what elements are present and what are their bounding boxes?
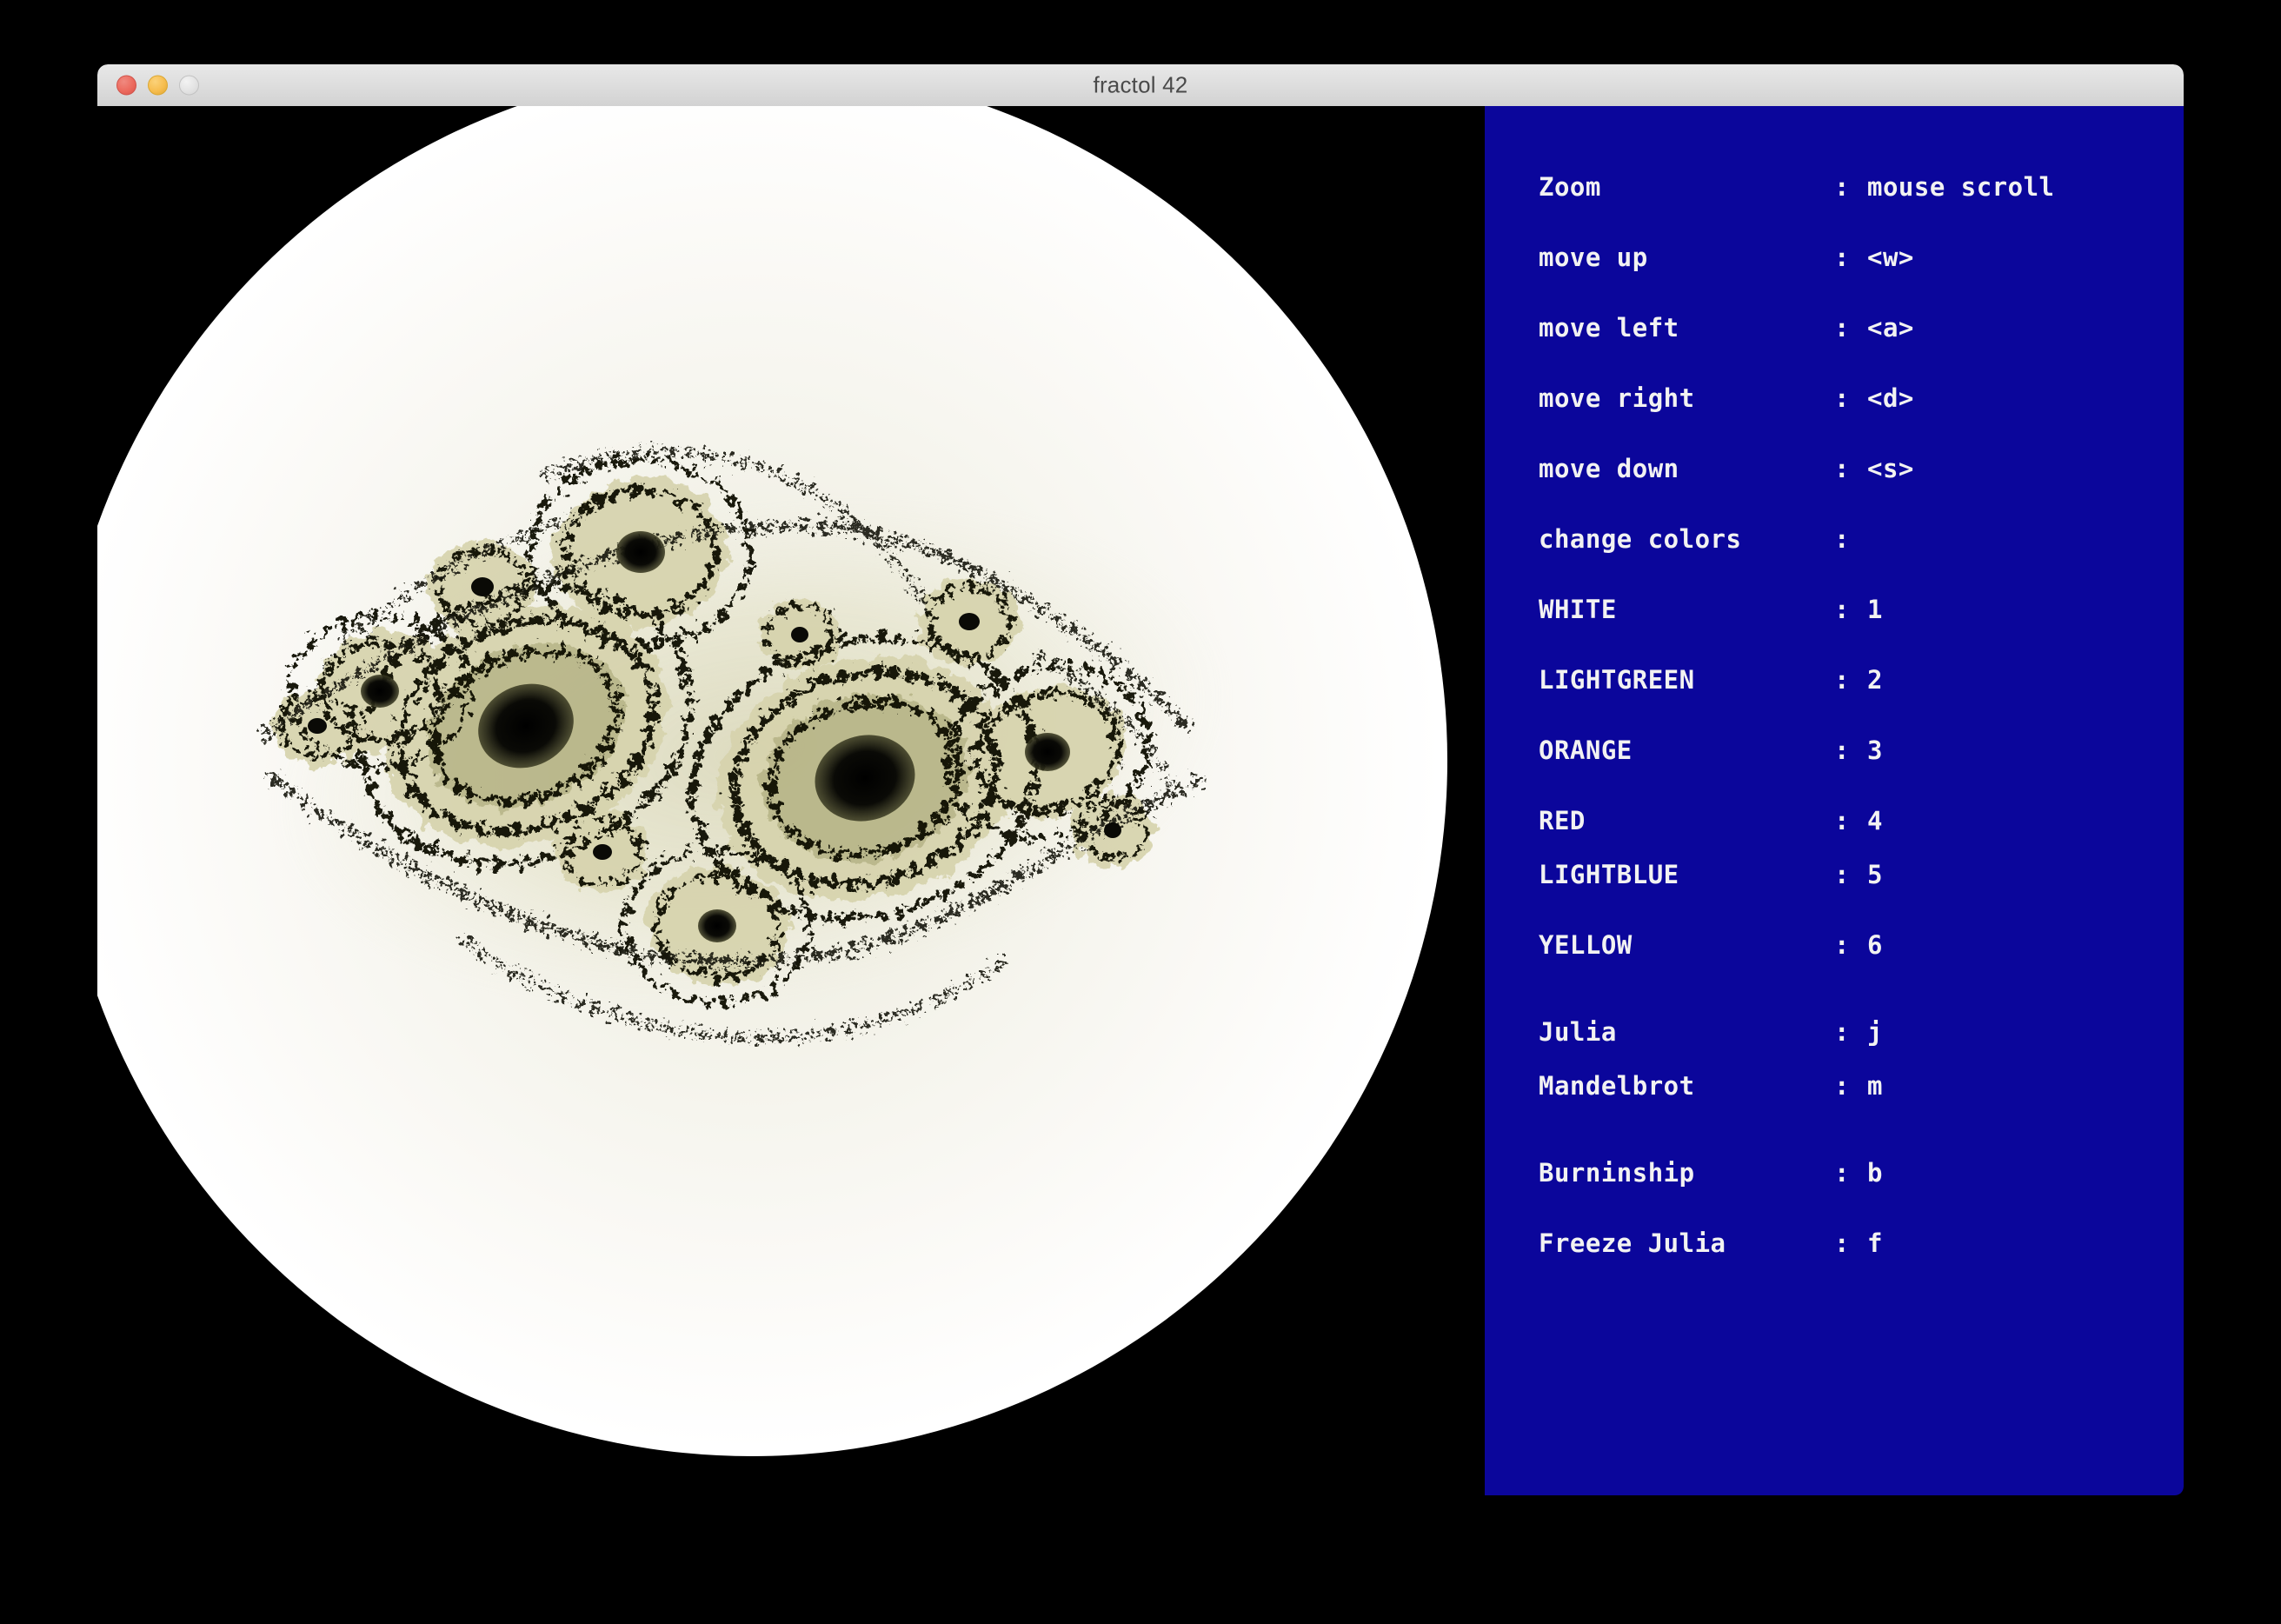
control-row: Mandelbrot: m [1539, 1071, 1883, 1101]
control-label: move up [1539, 243, 1648, 272]
control-row: RED:4 [1539, 806, 1883, 835]
control-row: change colors: [1539, 524, 1867, 554]
control-separator: : [1834, 806, 1850, 835]
control-row: LIGHTBLUE:5 [1539, 860, 1883, 889]
control-label: move right [1539, 383, 1695, 413]
control-separator: : [1834, 313, 1850, 343]
control-key: <d> [1867, 383, 1914, 413]
control-separator: : [1834, 454, 1850, 483]
julia-set-fractal-artwork [261, 449, 1234, 1043]
control-row: Julia: j [1539, 1017, 1883, 1047]
control-label: Zoom [1539, 172, 1601, 202]
control-separator: : [1834, 243, 1850, 272]
control-label: LIGHTBLUE [1539, 860, 1679, 889]
control-key: b [1867, 1158, 1883, 1188]
control-key: <s> [1867, 454, 1914, 483]
control-key: 2 [1867, 665, 1883, 695]
control-separator: : [1834, 172, 1850, 202]
control-key: m [1867, 1071, 1883, 1101]
control-label: Burninship [1539, 1158, 1695, 1188]
control-separator: : [1834, 1228, 1850, 1258]
control-row: move right: <d> [1539, 383, 1914, 413]
control-separator: : [1834, 735, 1850, 765]
control-row: move left: <a> [1539, 313, 1914, 343]
control-separator: : [1834, 1071, 1850, 1101]
control-row: YELLOW:6 [1539, 930, 1883, 960]
control-label: move left [1539, 313, 1679, 343]
control-separator: : [1834, 860, 1850, 889]
control-separator: : [1834, 930, 1850, 960]
control-separator: : [1834, 665, 1850, 695]
control-key: <a> [1867, 313, 1914, 343]
control-key: j [1867, 1017, 1883, 1047]
control-key: 4 [1867, 806, 1883, 835]
control-row: ORANGE:3 [1539, 735, 1883, 765]
window-title-text: fractol 42 [1093, 71, 1188, 98]
control-key: f [1867, 1228, 1883, 1258]
control-key: 3 [1867, 735, 1883, 765]
control-label: move down [1539, 454, 1679, 483]
window-title-bar[interactable]: fractol 42 [97, 64, 2184, 107]
control-separator: : [1834, 383, 1850, 413]
control-row: move up: <w> [1539, 243, 1914, 272]
control-separator: : [1834, 524, 1850, 554]
control-label: ORANGE [1539, 735, 1633, 765]
control-label: RED [1539, 806, 1586, 835]
control-label: Julia [1539, 1017, 1617, 1047]
control-label: LIGHTGREEN [1539, 665, 1695, 695]
control-separator: : [1834, 1017, 1850, 1047]
control-label: Freeze Julia [1539, 1228, 1726, 1258]
desktop-background: fractol 42 Zoom: mouse scroll move up:… [0, 0, 2281, 1624]
control-separator: : [1834, 1158, 1850, 1188]
control-row: WHITE:1 [1539, 595, 1883, 624]
control-key: 1 [1867, 595, 1883, 624]
control-row: Zoom: mouse scroll [1539, 172, 2055, 202]
control-row: Freeze Julia: f [1539, 1228, 1883, 1258]
controls-help-panel: Zoom: mouse scroll move up: <w> move left: <a… [1485, 106, 2184, 1495]
control-label: Mandelbrot [1539, 1071, 1695, 1101]
control-label: YELLOW [1539, 930, 1633, 960]
fractal-render-canvas[interactable] [97, 106, 1486, 1495]
control-key: 5 [1867, 860, 1883, 889]
control-separator: : [1834, 595, 1850, 624]
control-key: 6 [1867, 930, 1883, 960]
control-key: mouse scroll [1867, 172, 2055, 202]
control-key: <w> [1867, 243, 1914, 272]
control-row: move down: <s> [1539, 454, 1914, 483]
control-label: change colors [1539, 524, 1742, 554]
control-row: Burninship: b [1539, 1158, 1883, 1188]
fractol-application-window: fractol 42 Zoom: mouse scroll move up:… [97, 64, 2184, 1495]
control-row: LIGHTGREEN:2 [1539, 665, 1883, 695]
control-label: WHITE [1539, 595, 1617, 624]
